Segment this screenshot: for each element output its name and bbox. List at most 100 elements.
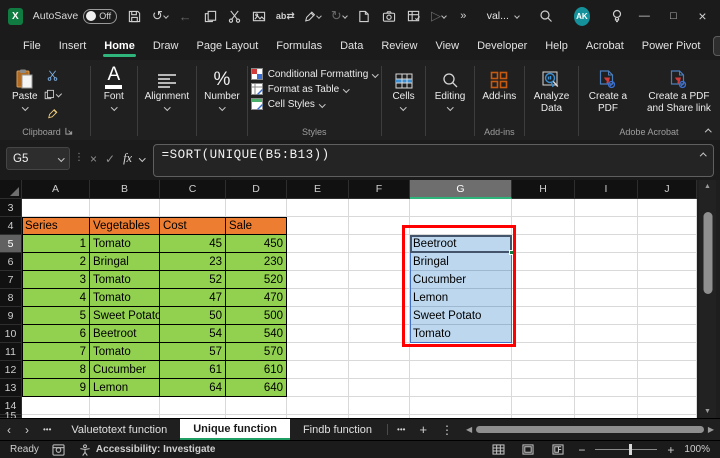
cut-icon[interactable]: [227, 7, 242, 25]
ribbon-tab-acrobat[interactable]: Acrobat: [577, 35, 633, 58]
cell-B6[interactable]: Bringal: [90, 253, 160, 271]
number-button[interactable]: % Number: [200, 64, 244, 109]
alignment-dropdown-icon[interactable]: [164, 104, 170, 110]
cell-G10[interactable]: Tomato: [410, 325, 512, 343]
horizontal-scrollbar[interactable]: [476, 426, 704, 434]
cell-B5[interactable]: Tomato: [90, 235, 160, 253]
prev-sheet-icon[interactable]: ‹: [0, 419, 18, 440]
name-box-dropdown-icon[interactable]: [58, 155, 64, 161]
zoom-in-icon[interactable]: +: [667, 443, 674, 457]
cell-G9[interactable]: Sweet Potato: [410, 307, 512, 325]
cell-G5[interactable]: Beetroot: [410, 235, 512, 253]
cells-button[interactable]: Cells: [388, 64, 418, 109]
cell-C6[interactable]: 23: [160, 253, 226, 271]
tab-options-icon[interactable]: ⋮: [434, 419, 460, 440]
collapse-formula-bar-icon[interactable]: [700, 153, 706, 159]
cell-A6[interactable]: 2: [22, 253, 90, 271]
undo-dropdown-icon[interactable]: [163, 13, 169, 19]
cancel-icon[interactable]: ×: [90, 152, 97, 166]
cell-G7[interactable]: Cucumber: [410, 271, 512, 289]
font-button[interactable]: A Font: [100, 64, 128, 109]
column-header-C[interactable]: C: [160, 180, 226, 199]
format-as-table-button[interactable]: Format as Table: [251, 83, 378, 95]
format-painter-dropdown-icon[interactable]: [316, 13, 322, 19]
create-pdf-button[interactable]: Create a PDF: [582, 64, 634, 114]
column-header-G[interactable]: G: [410, 180, 512, 199]
paste-dropdown-icon[interactable]: [22, 104, 28, 110]
autosave-toggle[interactable]: AutoSave Off: [33, 9, 118, 24]
select-all-corner[interactable]: [0, 180, 22, 199]
hscroll-left-icon[interactable]: ◀: [466, 425, 472, 434]
zoom-slider[interactable]: [595, 449, 657, 450]
cell-styles-dropdown-icon[interactable]: [319, 101, 325, 107]
cell-C8[interactable]: 47: [160, 289, 226, 307]
minimize-button[interactable]: —: [635, 6, 654, 26]
cell-D4[interactable]: Sale: [226, 217, 287, 235]
save-icon[interactable]: [127, 7, 142, 25]
addins-button[interactable]: Add-ins: [478, 64, 520, 103]
page-break-view-icon[interactable]: [548, 444, 568, 455]
cell-B13[interactable]: Lemon: [90, 379, 160, 397]
cell-C12[interactable]: 61: [160, 361, 226, 379]
add-sheet-icon[interactable]: +: [412, 419, 434, 440]
paste-button[interactable]: Paste: [8, 64, 42, 109]
cell-A5[interactable]: 1: [22, 235, 90, 253]
clipboard-dialog-launcher-icon[interactable]: [65, 127, 73, 137]
zoom-out-icon[interactable]: −: [578, 443, 585, 457]
row-header-12[interactable]: 12: [0, 361, 22, 379]
analyze-data-button[interactable]: Analyze Data: [528, 64, 575, 114]
column-header-B[interactable]: B: [90, 180, 160, 199]
cell-A4[interactable]: Series: [22, 217, 90, 235]
table-properties-icon[interactable]: [406, 7, 421, 25]
ribbon-tab-help[interactable]: Help: [536, 35, 577, 58]
ribbon-tab-data[interactable]: Data: [331, 35, 372, 58]
copy-dropdown-icon[interactable]: [56, 91, 62, 97]
ribbon-tab-view[interactable]: View: [426, 35, 468, 58]
alignment-button[interactable]: Alignment: [141, 64, 193, 109]
column-header-I[interactable]: I: [575, 180, 638, 199]
page-layout-view-icon[interactable]: [518, 444, 538, 455]
find-replace-icon[interactable]: ab⇄: [277, 7, 294, 25]
enter-icon[interactable]: ✓: [105, 152, 115, 166]
cell-D6[interactable]: 230: [226, 253, 287, 271]
cell-A8[interactable]: 4: [22, 289, 90, 307]
row-header-11[interactable]: 11: [0, 343, 22, 361]
zoom-level[interactable]: 100%: [684, 444, 710, 455]
column-header-F[interactable]: F: [349, 180, 410, 199]
row-header-7[interactable]: 7: [0, 271, 22, 289]
row-header-8[interactable]: 8: [0, 289, 22, 307]
cell-C9[interactable]: 50: [160, 307, 226, 325]
column-header-H[interactable]: H: [512, 180, 575, 199]
sheet-tab-valuetotext-function[interactable]: Valuetotext function: [58, 419, 180, 440]
ribbon-tab-review[interactable]: Review: [372, 35, 426, 58]
row-header-15[interactable]: 15: [0, 415, 22, 418]
cell-G8[interactable]: Lemon: [410, 289, 512, 307]
cell-A9[interactable]: 5: [22, 307, 90, 325]
column-header-A[interactable]: A: [22, 180, 90, 199]
vscroll-down-icon[interactable]: ▼: [704, 408, 711, 415]
paste-picture-icon[interactable]: [252, 7, 267, 25]
document-name[interactable]: val...: [487, 10, 519, 22]
conditional-formatting-dropdown-icon[interactable]: [372, 71, 378, 77]
document-menu-icon[interactable]: [514, 13, 520, 19]
cell-B12[interactable]: Cucumber: [90, 361, 160, 379]
cell-A10[interactable]: 6: [22, 325, 90, 343]
zoom-slider-thumb[interactable]: [629, 444, 632, 455]
ribbon-tab-page-layout[interactable]: Page Layout: [187, 35, 267, 58]
cut-button[interactable]: [44, 68, 62, 83]
row-header-4[interactable]: 4: [0, 217, 22, 235]
row-header-9[interactable]: 9: [0, 307, 22, 325]
sheet-menu-icon[interactable]: •••: [36, 419, 58, 440]
cell-D9[interactable]: 500: [226, 307, 287, 325]
cell-C4[interactable]: Cost: [160, 217, 226, 235]
cell-D11[interactable]: 570: [226, 343, 287, 361]
comments-button[interactable]: Comments: [713, 36, 720, 56]
formula-input[interactable]: =SORT(UNIQUE(B5:B13)): [153, 144, 714, 177]
copy-button[interactable]: [44, 87, 62, 102]
cell-B11[interactable]: Tomato: [90, 343, 160, 361]
ribbon-tab-home[interactable]: Home: [95, 35, 144, 58]
ribbon-tab-draw[interactable]: Draw: [144, 35, 188, 58]
accessibility-status[interactable]: Accessibility: Investigate: [79, 444, 216, 456]
cell-A7[interactable]: 3: [22, 271, 90, 289]
vertical-scroll-thumb[interactable]: [703, 212, 712, 294]
